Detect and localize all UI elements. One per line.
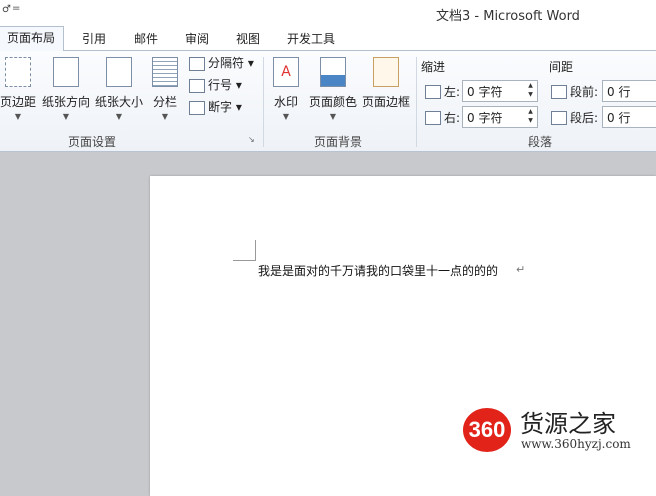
- tab-developer[interactable]: 开发工具: [287, 30, 335, 50]
- orientation-icon: [53, 57, 79, 87]
- spacing-before-icon: [551, 85, 567, 99]
- breaks-button[interactable]: 分隔符 ▾: [189, 53, 254, 73]
- tab-page-layout[interactable]: 页面布局: [0, 26, 65, 52]
- margins-label: 页边距: [0, 95, 36, 109]
- spinner-icon[interactable]: ▲ ▼: [526, 81, 535, 99]
- orientation-button[interactable]: 纸张方向 ▼: [40, 55, 92, 129]
- tab-mailings[interactable]: 邮件: [134, 30, 158, 50]
- page-setup-group-label: 页面设置: [68, 135, 117, 149]
- line-numbers-icon: [189, 78, 205, 93]
- breaks-label: 分隔符 ▾: [208, 56, 254, 70]
- hyphenation-button[interactable]: 断字 ▾: [189, 97, 242, 117]
- indent-right-value: 0 字符: [467, 111, 503, 125]
- spinner-icon[interactable]: ▲ ▼: [526, 107, 535, 125]
- tab-review[interactable]: 审阅: [185, 30, 209, 50]
- chevron-down-icon: ▼: [115, 112, 123, 121]
- hyphenation-icon: [189, 100, 205, 115]
- spacing-after-input[interactable]: 0 行: [602, 106, 656, 128]
- document-body-text[interactable]: 我是是面对的千万请我的口袋里十一点的的的: [258, 262, 498, 279]
- indent-left-input[interactable]: 0 字符 ▲ ▼: [462, 80, 538, 102]
- indent-right-icon: [425, 111, 441, 125]
- page-color-label: 页面颜色: [308, 95, 357, 109]
- hyphenation-label: 断字 ▾: [208, 100, 242, 114]
- spacing-heading: 间距: [549, 60, 574, 74]
- indent-right-input[interactable]: 0 字符 ▲ ▼: [462, 106, 538, 128]
- title-bar: ♂ = 文档3 - Microsoft Word: [0, 0, 656, 26]
- margin-corner-mark: [233, 260, 255, 261]
- page-background-group-label: 页面背景: [314, 135, 363, 149]
- chevron-down-icon: ▼: [62, 112, 70, 121]
- columns-label: 分栏: [152, 95, 177, 109]
- spacing-after-icon: [551, 111, 567, 125]
- site-watermark-name: 货源之家: [520, 410, 616, 438]
- indent-heading: 缩进: [421, 60, 446, 74]
- quick-access-icon[interactable]: ♂: [2, 4, 11, 15]
- page-borders-label: 页面边框: [361, 95, 410, 109]
- columns-icon: [152, 57, 178, 87]
- margins-button[interactable]: 页边距 ▼: [0, 55, 38, 129]
- tab-references[interactable]: 引用: [82, 30, 106, 50]
- spacing-before-label: 段前:: [570, 85, 599, 99]
- page-color-button[interactable]: 页面颜色 ▼: [306, 55, 360, 129]
- columns-button[interactable]: 分栏 ▼: [150, 55, 180, 129]
- watermark-icon: A: [273, 57, 299, 87]
- size-button[interactable]: 纸张大小 ▼: [94, 55, 144, 129]
- chevron-down-icon: ▼: [14, 112, 22, 121]
- site-watermark-badge: 360: [463, 408, 511, 452]
- indent-left-label: 左:: [444, 85, 461, 99]
- spacing-after-label: 段后:: [570, 111, 599, 125]
- ribbon-tab-bar: 页面布局 引用 邮件 审阅 视图 开发工具: [0, 26, 656, 52]
- paper-size-icon: [106, 57, 132, 87]
- dialog-launcher-icon[interactable]: ↘: [248, 135, 255, 144]
- spacing-after-value: 0 行: [607, 111, 631, 125]
- page-borders-icon: [373, 57, 399, 87]
- page-color-icon: [320, 57, 346, 87]
- paragraph-group-label: 段落: [528, 135, 553, 149]
- indent-left-icon: [425, 85, 441, 99]
- spacing-before-value: 0 行: [607, 85, 631, 99]
- site-watermark-url: www.360hyzj.com: [521, 437, 631, 451]
- tab-view[interactable]: 视图: [236, 30, 260, 50]
- breaks-icon: [189, 56, 205, 71]
- margins-icon: [5, 57, 31, 87]
- group-separator: [263, 57, 264, 147]
- line-numbers-button[interactable]: 行号 ▾: [189, 75, 242, 95]
- watermark-label: 水印: [273, 95, 298, 109]
- spacing-before-input[interactable]: 0 行: [602, 80, 656, 102]
- window-title: 文档3 - Microsoft Word: [436, 9, 580, 24]
- margin-corner-mark: [255, 240, 256, 261]
- chevron-down-icon: ▼: [282, 112, 290, 121]
- ribbon: 页边距 ▼ 纸张方向 ▼ 纸张大小 ▼ 分栏 ▼ 分隔符 ▾ 行号 ▾ 断字 ▾…: [0, 51, 656, 152]
- chevron-down-icon: ▼: [329, 112, 337, 121]
- watermark-button[interactable]: A 水印 ▼: [270, 55, 302, 129]
- chevron-down-icon: ▼: [161, 112, 169, 121]
- orientation-label: 纸张方向: [41, 95, 90, 109]
- indent-left-value: 0 字符: [467, 85, 503, 99]
- size-label: 纸张大小: [94, 95, 143, 109]
- line-numbers-label: 行号 ▾: [208, 78, 242, 92]
- page-borders-button[interactable]: 页面边框: [361, 55, 411, 129]
- paragraph-mark: ↵: [516, 263, 526, 276]
- group-separator: [416, 57, 417, 147]
- indent-right-label: 右:: [444, 111, 461, 125]
- quick-access-dropdown-icon[interactable]: =: [12, 3, 20, 14]
